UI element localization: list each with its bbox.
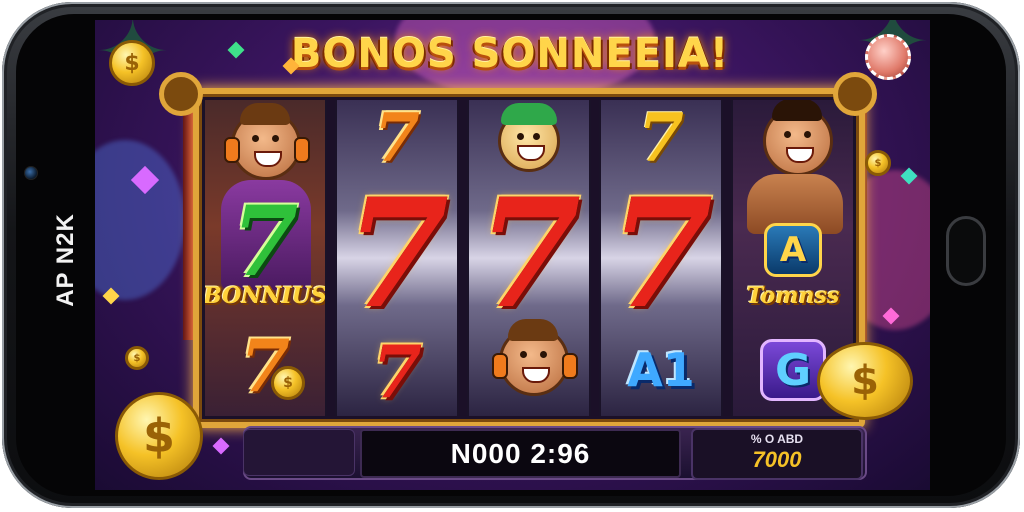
coin-icon: $ [125,346,149,370]
game-screen: ✦ ✦ BONOS SONNEEIA! 7 BONNIUS 7 7 7 7 [95,20,930,490]
credit-value: 7000 [752,447,802,472]
symbol-big-seven: 7 [608,166,714,342]
camera-icon [24,166,38,180]
character-headphones [492,319,578,396]
coin-icon: $ [115,392,203,480]
gem-icon [212,437,230,455]
symbol-chest-a: A [733,220,853,280]
coin-icon: $ [271,366,305,400]
character-face [763,100,833,176]
symbol-seven: 7 [239,323,291,408]
home-button-icon[interactable] [946,216,986,286]
casino-chip-icon [865,34,911,80]
symbol-big-seven: 7 [476,166,582,342]
symbol-seven: 7 [371,329,423,414]
symbol-bonus-left: BONNIUS [203,283,327,309]
character-flexing [763,100,833,176]
reel-1: 7 BONNIUS 7 [203,100,327,416]
bet-panel[interactable] [243,429,355,476]
device-side-label: AP N2K [36,210,96,310]
jester-face [498,103,560,172]
win-display: N000 2:96 [360,429,681,478]
frame-scroll-ornament [159,72,203,116]
credit-panel[interactable]: % O ABD 7000 [691,428,863,480]
reel-3: 7 [467,100,591,416]
bg-glow [95,140,185,300]
reel-4: 7 7 A1 [599,100,723,416]
coin-icon: $ [109,40,155,86]
reel-2: 7 7 7 [335,100,459,416]
game-title-text: BONOS SONNEEIA! [290,31,730,77]
game-title: BONOS SONNEEIA! [275,24,745,84]
frame-scroll-ornament [833,72,877,116]
gem-icon [227,41,245,59]
symbol-a1: A1 [627,343,695,397]
win-display-value: N000 2:96 [450,437,591,469]
symbol-big-seven: 7 [344,166,450,342]
symbol-seven: 7 [374,100,420,177]
side-label-text: AP N2K [52,213,79,307]
credit-label: % O ABD [750,432,804,446]
character-headphones [224,103,310,180]
character-face [492,319,578,396]
coin-icon: $ [865,150,891,176]
coin-icon: $ [817,342,913,420]
symbol-bonus-right: Tomnss [746,283,840,309]
character-face [224,103,310,180]
symbol-gold-seven: 7 [638,100,684,177]
